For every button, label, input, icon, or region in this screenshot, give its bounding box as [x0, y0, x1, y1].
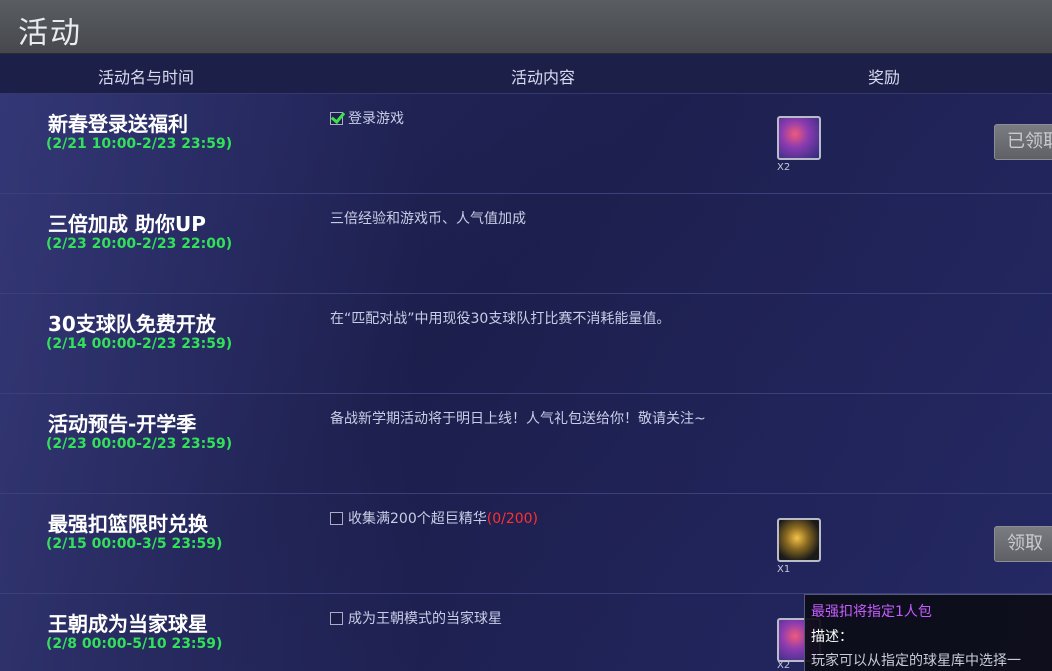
activity-row[interactable]: 三倍加成 助你UP (2/23 20:00-2/23 22:00) 三倍经验和游…: [0, 194, 1052, 294]
essence-pack-icon[interactable]: [777, 518, 821, 562]
table-header: 活动名与时间 活动内容 奖励: [0, 54, 1052, 94]
content-text: 成为王朝模式的当家球星: [348, 611, 502, 627]
content-text: 收集满200个超巨精华: [348, 511, 487, 527]
content-text: 在“匹配对战”中用现役30支球队打比赛不消耗能量值。: [330, 311, 671, 327]
claim-button[interactable]: 领取: [994, 526, 1052, 562]
player-card-icon[interactable]: [777, 116, 821, 160]
activity-name: 活动预告-开学季: [48, 412, 197, 436]
activity-time: (2/15 00:00-3/5 23:59): [46, 536, 223, 552]
tooltip-description: 玩家可以从指定的球星库中选择一: [811, 653, 1021, 669]
activity-row[interactable]: 最强扣篮限时兑换 (2/15 00:00-3/5 23:59) 收集满200个超…: [0, 494, 1052, 594]
reward-tooltip: 最强扣将指定1人包 描述： 玩家可以从指定的球星库中选择一: [804, 594, 1052, 671]
activity-name: 30支球队免费开放: [48, 312, 216, 336]
header-content: 活动内容: [511, 68, 576, 87]
checkbox-checked-icon: [330, 112, 343, 125]
reward-count: X2: [777, 162, 791, 173]
activity-row[interactable]: 30支球队免费开放 (2/14 00:00-2/23 23:59) 在“匹配对战…: [0, 294, 1052, 394]
header-reward: 奖励: [868, 68, 901, 87]
progress-text: (0/200): [486, 511, 539, 527]
activity-row[interactable]: 新春登录送福利 (2/21 10:00-2/23 23:59) 登录游戏 X2 …: [0, 94, 1052, 194]
activity-content: 登录游戏: [330, 108, 404, 128]
activity-time: (2/8 00:00-5/10 23:59): [46, 636, 223, 652]
activity-content: 成为王朝模式的当家球星: [330, 608, 502, 628]
activity-time: (2/21 10:00-2/23 23:59): [46, 136, 233, 152]
activity-content: 在“匹配对战”中用现役30支球队打比赛不消耗能量值。: [330, 308, 670, 328]
activity-list: 新春登录送福利 (2/21 10:00-2/23 23:59) 登录游戏 X2 …: [0, 94, 1052, 671]
header-name-time: 活动名与时间: [98, 68, 195, 87]
reward-count: X2: [777, 660, 791, 671]
activity-content: 三倍经验和游戏币、人气值加成: [330, 208, 526, 228]
checkbox-unchecked-icon: [330, 512, 343, 525]
tooltip-title: 最强扣将指定1人包: [811, 604, 932, 620]
activity-content: 备战新学期活动将于明日上线！人气礼包送给你！敬请关注~: [330, 408, 706, 428]
activity-time: (2/23 00:00-2/23 23:59): [46, 436, 233, 452]
title-bar: 活动: [0, 0, 1052, 54]
content-text: 登录游戏: [348, 111, 404, 127]
window-title: 活动: [18, 16, 82, 51]
claimed-button[interactable]: 已领取: [994, 124, 1052, 160]
activity-row[interactable]: 活动预告-开学季 (2/23 00:00-2/23 23:59) 备战新学期活动…: [0, 394, 1052, 494]
tooltip-label: 描述：: [811, 629, 853, 645]
activity-content: 收集满200个超巨精华(0/200): [330, 508, 538, 528]
reward-count: X1: [777, 564, 791, 575]
checkbox-unchecked-icon: [330, 612, 343, 625]
activity-time: (2/14 00:00-2/23 23:59): [46, 336, 233, 352]
activity-time: (2/23 20:00-2/23 22:00): [46, 236, 233, 252]
content-text: 备战新学期活动将于明日上线！人气礼包送给你！敬请关注~: [330, 411, 706, 427]
activity-name: 王朝成为当家球星: [48, 612, 208, 636]
activity-name: 三倍加成 助你UP: [48, 212, 206, 236]
activity-name: 最强扣篮限时兑换: [48, 512, 208, 536]
content-text: 三倍经验和游戏币、人气值加成: [330, 211, 526, 227]
activity-name: 新春登录送福利: [48, 112, 188, 136]
